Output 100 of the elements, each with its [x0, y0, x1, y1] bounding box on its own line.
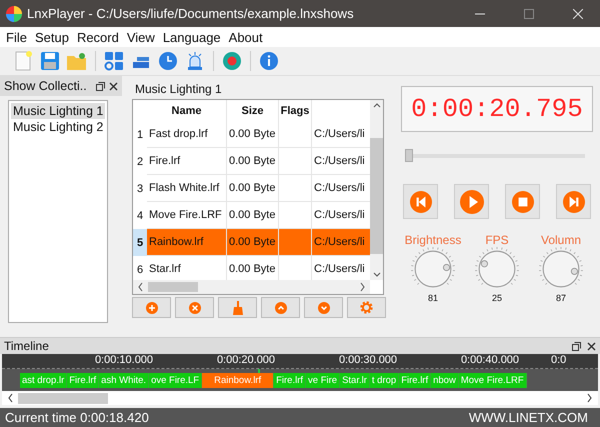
scroll-left-icon[interactable]: [136, 282, 144, 292]
menu-item[interactable]: Setup: [32, 30, 75, 44]
horizontal-scrollbar[interactable]: [2, 391, 598, 405]
knob-label: FPS: [485, 233, 509, 247]
play-icon: [460, 190, 484, 214]
panel-title: Timeline: [4, 339, 50, 353]
table-cell: [279, 202, 312, 229]
float-icon[interactable]: [96, 82, 105, 90]
skip-back-icon: [410, 190, 432, 212]
table-cell: 0.00 Byte: [227, 202, 279, 229]
knob-value: 87: [556, 293, 566, 303]
menu-item[interactable]: File: [4, 30, 33, 44]
group-title: Music Lighting 1: [134, 82, 223, 96]
table-cell: Star.lrf: [147, 256, 227, 280]
knob-value: 81: [428, 293, 438, 303]
settings-button[interactable]: [347, 297, 386, 318]
scroll-left-icon[interactable]: [6, 393, 14, 403]
ruler-label: 0:00:20.000: [216, 354, 276, 368]
timeline-clip[interactable]: Rainbow.lrf: [202, 372, 274, 388]
table-cell: [279, 148, 312, 175]
clock-icon: [158, 51, 178, 71]
timeline-clip[interactable]: nbow: [431, 372, 459, 388]
close-icon[interactable]: [587, 342, 596, 350]
scroll-right-icon[interactable]: [359, 282, 367, 292]
table-cell: [279, 229, 312, 256]
open-folder-button[interactable]: [66, 50, 88, 72]
record-button[interactable]: [221, 50, 243, 72]
ruler-label: 0:0: [551, 354, 566, 368]
maximize-icon: [524, 8, 534, 18]
show-list-item[interactable]: Music Lighting 2: [11, 119, 105, 135]
record-icon: [222, 51, 242, 71]
close-icon[interactable]: [109, 82, 118, 90]
knob-label: Volumn: [540, 233, 582, 247]
clear-button[interactable]: [218, 297, 257, 318]
menu-item[interactable]: About: [226, 30, 269, 44]
show-list-item[interactable]: Music Lighting 1: [11, 103, 105, 119]
knob-label: Brightness: [404, 233, 462, 247]
table-cell: 0.00 Byte: [227, 256, 279, 280]
stop-button[interactable]: [505, 184, 540, 219]
siren-icon: [185, 51, 205, 71]
play-button[interactable]: [454, 184, 489, 219]
table-cell: C:/Users/li: [312, 229, 370, 256]
vertical-scrollbar[interactable]: [370, 100, 383, 280]
new-document-icon: [14, 51, 32, 71]
move-down-button[interactable]: [304, 297, 343, 318]
table-cell: 0.00 Byte: [227, 121, 279, 148]
clock-button[interactable]: [157, 50, 179, 72]
table-cell: Flash White.lrf: [147, 175, 227, 202]
timeline-clip[interactable]: Move Fire.LRF: [458, 372, 527, 388]
scroll-thumb[interactable]: [370, 138, 383, 254]
table-cell: Fire.lrf: [147, 148, 227, 175]
timeline-clip[interactable]: Fire.lrf: [274, 372, 306, 388]
timeline-clip[interactable]: Star.lr: [340, 372, 370, 388]
move-up-button[interactable]: [261, 297, 300, 318]
app-logo-icon: [6, 6, 22, 22]
horizontal-scrollbar[interactable]: [133, 280, 370, 294]
x-icon: [188, 302, 200, 314]
add-button[interactable]: [132, 297, 171, 318]
table-cell: Rainbow.lrf: [147, 229, 227, 256]
info-icon: [259, 51, 279, 71]
current-time: Current time 0:00:18.420: [5, 410, 149, 425]
window-title: LnxPlayer - C:/Users/liufe/Documents/example.lnxshows: [27, 6, 355, 21]
float-icon[interactable]: [572, 342, 581, 350]
time-display: 0:00:20.795: [401, 86, 593, 132]
timeline-clip[interactable]: ast drop.lr: [20, 372, 68, 388]
previous-button[interactable]: [403, 184, 438, 219]
table-cell: [279, 175, 312, 202]
next-button[interactable]: [556, 184, 591, 219]
website-text: WWW.LINETX.COM: [468, 410, 588, 425]
slider-thumb[interactable]: [405, 149, 413, 162]
timeline-clip[interactable]: Fire.lrf: [67, 372, 100, 388]
chevron-up-icon: [274, 302, 286, 314]
plus-icon: [146, 302, 158, 314]
remove-button[interactable]: [175, 297, 214, 318]
menu-item[interactable]: Language: [160, 30, 227, 44]
scroll-thumb[interactable]: [18, 392, 108, 404]
broom-icon: [232, 300, 244, 314]
stop-icon: [512, 190, 534, 212]
timeline-clip[interactable]: ove Fire.LF: [149, 372, 202, 388]
info-button[interactable]: [258, 50, 280, 72]
table-cell: 0.00 Byte: [227, 229, 279, 256]
grid-gear-button[interactable]: [103, 50, 125, 72]
scroll-right-icon[interactable]: [586, 393, 594, 403]
ruler-label: 0:00:40.000: [460, 354, 520, 368]
close-icon: [573, 8, 583, 18]
save-button[interactable]: [39, 50, 61, 72]
table-cell: 0.00 Byte: [227, 148, 279, 175]
knob-value: 25: [492, 293, 502, 303]
timeline-clip[interactable]: ve Fire: [306, 372, 340, 388]
table-cell: 0.00 Byte: [227, 175, 279, 202]
timeline-clip[interactable]: Fire.lrf: [399, 372, 432, 388]
folder-icon: [66, 51, 88, 71]
skip-forward-icon: [562, 190, 584, 212]
timeline-clip[interactable]: t drop: [370, 372, 400, 388]
menu-item[interactable]: View: [124, 30, 161, 44]
timeline-clip[interactable]: ash White.: [99, 372, 150, 388]
grid-gear-icon: [104, 51, 124, 71]
table-cell: Fast drop.lrf: [147, 121, 227, 148]
scroll-thumb[interactable]: [148, 282, 198, 292]
menu-item[interactable]: Record: [74, 30, 125, 44]
